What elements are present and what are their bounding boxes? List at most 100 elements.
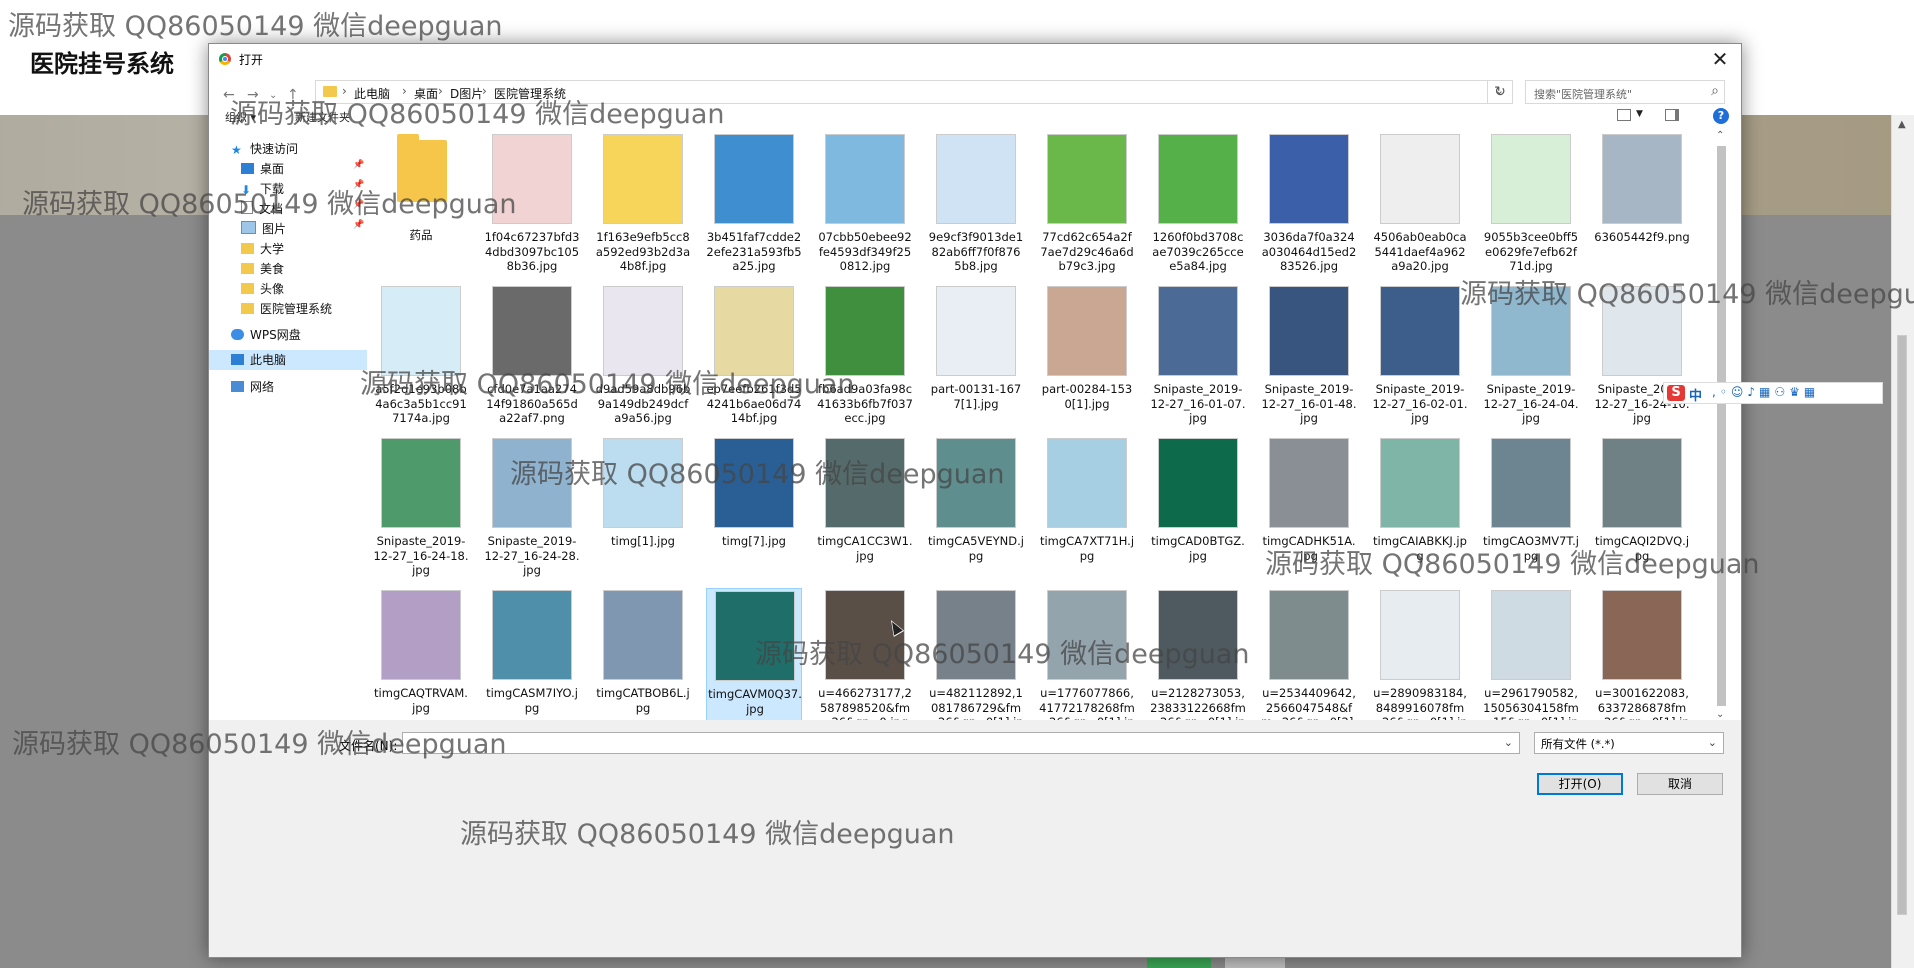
file-item[interactable]: u=2890983184,8489916078fm=26&gp=0[1].jpg <box>1372 588 1468 720</box>
watermark: 源码获取 QQ86050149 微信deepguan <box>360 369 855 400</box>
file-item[interactable]: timgCATBOB6L.jpg <box>595 588 691 720</box>
file-item[interactable]: fb6ad9a03fa98c41633b6fb7f037ecc.jpg <box>817 284 913 434</box>
nav-wps-cloud[interactable]: WPS网盘 <box>231 326 301 343</box>
file-item[interactable]: 3036da7f0a324a030464d15ed283526.jpg <box>1261 132 1357 282</box>
cloud-icon <box>231 329 244 340</box>
file-item[interactable]: timgCASM7IYO.jpg <box>484 588 580 720</box>
filename-input[interactable]: ⌄ <box>402 732 1520 754</box>
file-name: timgCAVM0Q37.jpg <box>708 687 802 716</box>
file-item[interactable]: cfd0e7a1aa27414f91860a565da22af7.png <box>484 284 580 434</box>
image-thumbnail <box>1491 134 1571 224</box>
nav-pictures[interactable]: 图片 <box>241 220 286 237</box>
search-input[interactable]: 搜索"医院管理系统" ⌕ <box>1525 80 1725 104</box>
file-item[interactable]: 3b451faf7cdde22efe231a593fb5a25.jpg <box>706 132 802 282</box>
file-name: 77cd62c654a2f7ae7d29c46a6db79c3.jpg <box>1040 230 1134 273</box>
image-thumbnail <box>714 134 794 224</box>
file-name: part-00131-1677[1].jpg <box>930 382 1022 411</box>
file-item[interactable]: part-00131-1677[1].jpg <box>928 284 1024 434</box>
file-name: u=466273177,2587898520&fm=26&gp=0.jpg <box>818 686 912 720</box>
image-thumbnail <box>1602 134 1682 224</box>
file-item[interactable]: Snipaste_2019-12-27_16-02-01.jpg <box>1372 284 1468 434</box>
file-item[interactable]: Snipaste_2019-12-27_16-01-48.jpg <box>1261 284 1357 434</box>
scroll-thumb[interactable] <box>1717 146 1726 706</box>
image-thumbnail <box>1380 590 1460 680</box>
file-name: 9055b3cee0bff5e0629fe7efb62f71d.jpg <box>1483 230 1579 273</box>
file-name: timgCA1CC3W1.jpg <box>817 534 913 563</box>
file-item[interactable]: 77cd62c654a2f7ae7d29c46a6db79c3.jpg <box>1039 132 1135 282</box>
file-item[interactable]: u=2534409642,2566047548&fm=26&gp=0[2].jp… <box>1261 588 1357 720</box>
nav-desktop[interactable]: 桌面 <box>241 160 284 177</box>
file-name: timgCASM7IYO.jpg <box>486 686 578 715</box>
image-thumbnail <box>1269 286 1349 376</box>
file-item[interactable]: 1260f0bd3708cae7039c265ccee5a84.jpg <box>1150 132 1246 282</box>
file-item[interactable]: timgCAQTRVAM.jpg <box>373 588 469 720</box>
help-icon[interactable]: ? <box>1713 108 1729 124</box>
file-item[interactable]: 4506ab0eab0ca5441daef4a962a9a20.jpg <box>1372 132 1468 282</box>
image-thumbnail <box>492 590 572 680</box>
image-thumbnail <box>1380 134 1460 224</box>
page-scroll-thumb[interactable] <box>1897 335 1907 915</box>
file-item[interactable]: 63605442f9.png <box>1594 132 1690 282</box>
file-item[interactable]: Snipaste_2019-12-27_16-01-07.jpg <box>1150 284 1246 434</box>
nav-folder-meishi[interactable]: 美食 <box>241 260 284 277</box>
file-name: u=2961790582,15056304158fm=15&gp=0[1].jp… <box>1483 686 1579 720</box>
file-name: part-00284-1530[1].jpg <box>1041 382 1133 411</box>
chevron-down-icon[interactable]: ▼ <box>1636 109 1643 119</box>
nav-folder-daxue[interactable]: 大学 <box>241 240 284 257</box>
file-list-scrollbar[interactable]: ⌃ ⌄ <box>1713 130 1729 720</box>
file-item[interactable]: a5f2d1e93b08b4a6c3a5b1cc917174a.jpg <box>373 284 469 434</box>
page-scrollbar[interactable]: ▲ <box>1891 115 1914 968</box>
file-name: Snipaste_2019-12-27_16-24-18.jpg <box>373 534 469 577</box>
file-item[interactable]: u=2961790582,15056304158fm=15&gp=0[1].jp… <box>1483 588 1579 720</box>
file-item[interactable]: u=3001622083,6337286878fm=26&gp=0[1].jpg <box>1594 588 1690 720</box>
watermark: 源码获取 QQ86050149 微信deepguan <box>755 639 1250 670</box>
image-thumbnail <box>1380 438 1460 528</box>
nav-folder-touxiang[interactable]: 头像 <box>241 280 284 297</box>
ime-mode[interactable]: 中 <box>1689 385 1702 404</box>
open-button[interactable]: 打开(O) <box>1537 773 1623 795</box>
file-item[interactable]: d9ad59a8db96b9a149db249dcfa9a56.jpg <box>595 284 691 434</box>
nav-this-pc[interactable]: 此电脑 <box>209 350 367 370</box>
file-item[interactable]: Snipaste_2019-12-27_16-24-18.jpg <box>373 436 469 586</box>
image-thumbnail <box>1047 438 1127 528</box>
star-icon: ★ <box>231 143 242 157</box>
file-item[interactable]: 9055b3cee0bff5e0629fe7efb62f71d.jpg <box>1483 132 1579 282</box>
scroll-down-icon[interactable]: ⌄ <box>1716 709 1724 720</box>
file-name: u=2890983184,8489916078fm=26&gp=0[1].jpg <box>1372 686 1467 720</box>
filetype-select[interactable]: 所有文件 (*.*) ⌄ <box>1534 732 1724 754</box>
pin-icon[interactable]: 📌 <box>353 220 364 230</box>
scroll-up-icon[interactable]: ⌃ <box>1716 130 1724 141</box>
chevron-down-icon[interactable]: ⌄ <box>1708 736 1717 749</box>
image-thumbnail <box>825 134 905 224</box>
watermark: 源码获取 QQ86050149 微信deepguan <box>1265 549 1760 580</box>
ime-toolbar[interactable]: S 中 ,◦☺♪▦⚇♛▦ <box>1663 382 1883 404</box>
pin-icon[interactable]: 📌 <box>353 160 364 170</box>
file-name: 07cbb50ebee92fe4593df349f250812.jpg <box>818 230 912 273</box>
file-item[interactable]: part-00284-1530[1].jpg <box>1039 284 1135 434</box>
nav-network[interactable]: 网络 <box>231 378 274 395</box>
close-icon[interactable]: ✕ <box>1707 46 1733 72</box>
file-item[interactable]: 1f163e9efb5cc8a592ed93b2d3a4b8f.jpg <box>595 132 691 282</box>
refresh-icon[interactable]: ↻ <box>1487 80 1513 104</box>
file-item[interactable]: eb7eefb261f3d54241b6ae06d7414bf.jpg <box>706 284 802 434</box>
file-item[interactable]: timgCA7XT71H.jpg <box>1039 436 1135 586</box>
file-item[interactable]: 07cbb50ebee92fe4593df349f250812.jpg <box>817 132 913 282</box>
file-item[interactable]: 9e9cf3f9013de182ab6ff7f0f8765b8.jpg <box>928 132 1024 282</box>
view-options-icon[interactable] <box>1617 109 1631 121</box>
file-name: timgCA7XT71H.jpg <box>1039 534 1135 563</box>
image-thumbnail <box>603 590 683 680</box>
scroll-up-icon[interactable]: ▲ <box>1898 119 1906 130</box>
nav-folder-hospital[interactable]: 医院管理系统 <box>241 300 332 317</box>
cancel-button[interactable]: 取消 <box>1637 773 1723 795</box>
file-item[interactable]: timgCAD0BTGZ.jpg <box>1150 436 1246 586</box>
chevron-down-icon[interactable]: ⌄ <box>1504 736 1513 749</box>
search-placeholder: 搜索"医院管理系统" <box>1534 88 1633 101</box>
nav-label: 美食 <box>260 262 285 276</box>
ime-tools-icon[interactable]: ,◦☺♪▦⚇♛▦ <box>1712 385 1819 399</box>
watermark: 源码获取 QQ86050149 微信deepguan <box>12 729 507 760</box>
preview-pane-icon[interactable] <box>1665 109 1679 121</box>
watermark: 源码获取 QQ86050149 微信deepguan <box>510 459 1005 490</box>
nav-quick-access[interactable]: ★ 快速访问 <box>231 140 298 157</box>
search-icon[interactable]: ⌕ <box>1711 83 1719 99</box>
nav-label: 桌面 <box>260 162 285 176</box>
